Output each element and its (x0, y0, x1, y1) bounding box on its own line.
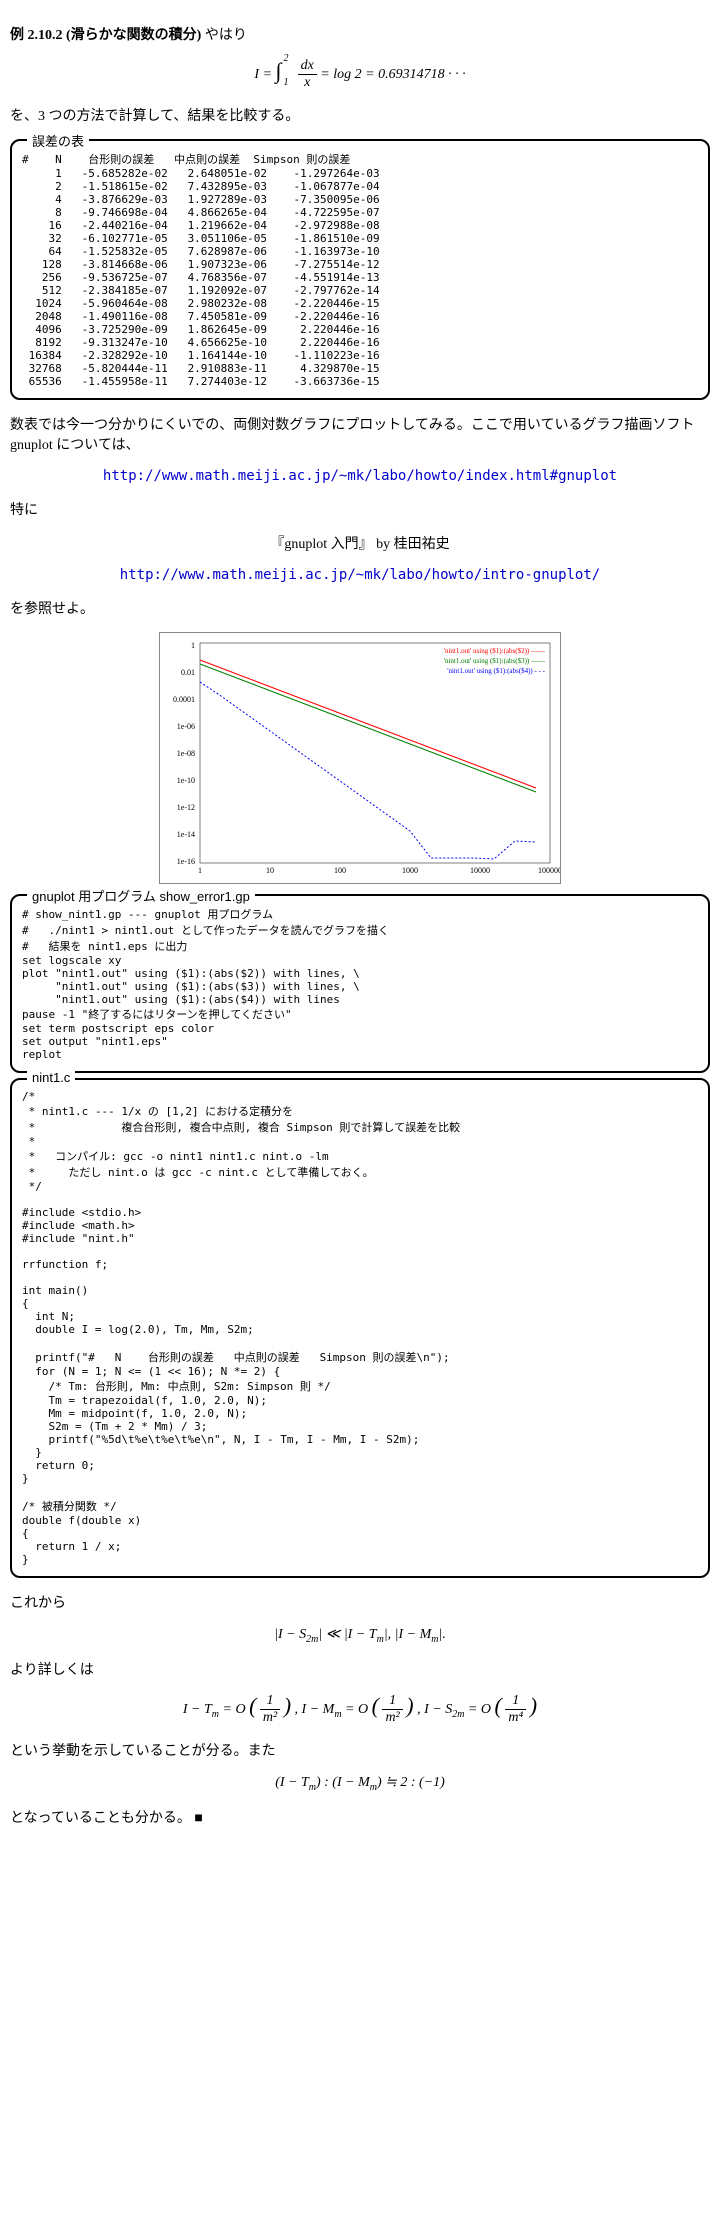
lparen: ( (494, 1693, 501, 1718)
equation: I − Tm = O ( 1 m² ) , I − Mm = O ( 1 m² … (10, 1693, 710, 1726)
paragraph: これから (10, 1592, 710, 1612)
t: I − T (183, 1702, 212, 1717)
qed-icon: ■ (194, 1811, 202, 1826)
svg-text:'nint1.out' using ($1):(abs($3: 'nint1.out' using ($1):(abs($3)) —— (444, 657, 546, 665)
svg-text:100: 100 (334, 866, 346, 875)
equation: I = ∫ 2 1 dx x = log 2 = 0.69314718 · · … (10, 58, 710, 91)
svg-text:1e-06: 1e-06 (177, 722, 195, 731)
paragraph: より詳しくは (10, 1659, 710, 1679)
howto-link[interactable]: http://www.math.meiji.ac.jp/~mk/labo/how… (103, 468, 617, 484)
fraction: 1 m⁴ (505, 1693, 526, 1726)
sub: m (334, 1709, 341, 1720)
svg-text:'nint1.out' using ($1):(abs($2: 'nint1.out' using ($1):(abs($2)) —— (444, 647, 546, 655)
eq-right: = log 2 = 0.69314718 · · · (320, 67, 465, 82)
gnuplot-code: # show_nint1.gp --- gnuplot 用プログラム # ./n… (22, 906, 698, 1061)
svg-text:1e-12: 1e-12 (177, 803, 195, 812)
svg-text:0.01: 0.01 (181, 668, 195, 677)
svg-text:1e-08: 1e-08 (177, 749, 195, 758)
integral-sign: ∫ 2 1 (276, 58, 288, 83)
svg-text:'nint1.out' using ($1):(abs($4: 'nint1.out' using ($1):(abs($4)) - - - (447, 667, 545, 675)
paragraph: となっていることも分かる。 ■ (10, 1807, 710, 1827)
example-label: 例 2.10.2 (滑らかな関数の積分) (10, 28, 201, 43)
box-title: gnuplot 用プログラム show_error1.gp (27, 886, 255, 905)
ft: 1 (505, 1693, 526, 1710)
error-table: # N 台形則の誤差 中点則の誤差 Simpson 則の誤差 1 -5.6852… (22, 151, 698, 388)
sub: 2m (452, 1709, 464, 1720)
t: ) ≒ 2 : (−1) (377, 1775, 445, 1790)
c-code-box: nint1.c /* * nint1.c --- 1/x の [1,2] におけ… (10, 1078, 710, 1578)
svg-text:1e-10: 1e-10 (177, 776, 195, 785)
svg-text:100000: 100000 (538, 866, 560, 875)
int-low: 1 (284, 77, 289, 88)
sub: m (431, 1634, 438, 1645)
rparen: ) (284, 1693, 291, 1718)
fraction: dx x (298, 58, 317, 91)
t: | ≪ |I − T (318, 1627, 376, 1642)
frac-bot: x (298, 75, 317, 91)
t: , I − S (417, 1702, 452, 1717)
frac-top: dx (298, 58, 317, 75)
paragraph: 特に (10, 499, 710, 519)
t: となっていることも分かる。 (10, 1811, 191, 1826)
lparen: ( (372, 1693, 379, 1718)
rparen: ) (406, 1693, 413, 1718)
int-up: 2 (284, 53, 289, 64)
sub: m (377, 1634, 384, 1645)
paragraph: 例 2.10.2 (滑らかな関数の積分) やはり (10, 24, 710, 44)
box-title: 誤差の表 (27, 131, 89, 150)
link-para: http://www.math.meiji.ac.jp/~mk/labo/how… (10, 567, 710, 584)
t: = O (342, 1702, 369, 1717)
t: = O (464, 1702, 491, 1717)
fb: m² (260, 1710, 280, 1726)
svg-text:10: 10 (266, 866, 274, 875)
svg-text:1000: 1000 (402, 866, 418, 875)
int: ∫ (276, 58, 282, 83)
equation: (I − Tm) : (I − Mm) ≒ 2 : (−1) (10, 1774, 710, 1793)
t: |. (439, 1627, 446, 1642)
t: (I − T (275, 1775, 309, 1790)
t: = O (219, 1702, 246, 1717)
box-title: nint1.c (27, 1070, 75, 1085)
error-chart: 1 0.01 0.0001 1e-06 1e-08 1e-10 1e-12 1e… (159, 632, 561, 884)
error-table-box: 誤差の表 # N 台形則の誤差 中点則の誤差 Simpson 則の誤差 1 -5… (10, 139, 710, 400)
intro-gnuplot-link[interactable]: http://www.math.meiji.ac.jp/~mk/labo/how… (120, 567, 600, 583)
paragraph: という挙動を示していることが分る。また (10, 1740, 710, 1760)
paragraph: を、3 つの方法で計算して、結果を比較する。 (10, 105, 710, 125)
paragraph: 数表では今一つ分かりにくいでの、両側対数グラフにプロットしてみる。ここで用いてい… (10, 414, 710, 454)
sub: m (309, 1782, 316, 1793)
svg-text:10000: 10000 (470, 866, 490, 875)
svg-text:1e-16: 1e-16 (177, 857, 195, 866)
rparen: ) (530, 1693, 537, 1718)
sub: m (212, 1709, 219, 1720)
svg-text:1: 1 (191, 641, 195, 650)
sub: 2m (306, 1634, 318, 1645)
t: |, |I − M (384, 1627, 431, 1642)
paragraph: を参照せよ。 (10, 598, 710, 618)
t: |I − S (274, 1627, 306, 1642)
svg-text:0.0001: 0.0001 (173, 695, 195, 704)
svg-text:1e-14: 1e-14 (177, 830, 195, 839)
t: , I − M (295, 1702, 335, 1717)
link-para: http://www.math.meiji.ac.jp/~mk/labo/how… (10, 468, 710, 485)
text: やはり (205, 28, 247, 43)
book-title: 『gnuplot 入門』 by 桂田祐史 (10, 533, 710, 553)
equation: |I − S2m| ≪ |I − Tm|, |I − Mm|. (10, 1626, 710, 1645)
c-code: /* * nint1.c --- 1/x の [1,2] における定積分を * … (22, 1090, 698, 1566)
eq-left: I = (254, 67, 275, 82)
t: ) : (I − M (316, 1775, 370, 1790)
sub: m (370, 1782, 377, 1793)
fraction: 1 m² (382, 1693, 402, 1726)
fraction: 1 m² (260, 1693, 280, 1726)
ft: 1 (382, 1693, 402, 1710)
lparen: ( (249, 1693, 256, 1718)
svg-text:1: 1 (198, 866, 202, 875)
ft: 1 (260, 1693, 280, 1710)
fb: m² (382, 1710, 402, 1726)
fb: m⁴ (505, 1710, 526, 1726)
gnuplot-box: gnuplot 用プログラム show_error1.gp # show_nin… (10, 894, 710, 1073)
